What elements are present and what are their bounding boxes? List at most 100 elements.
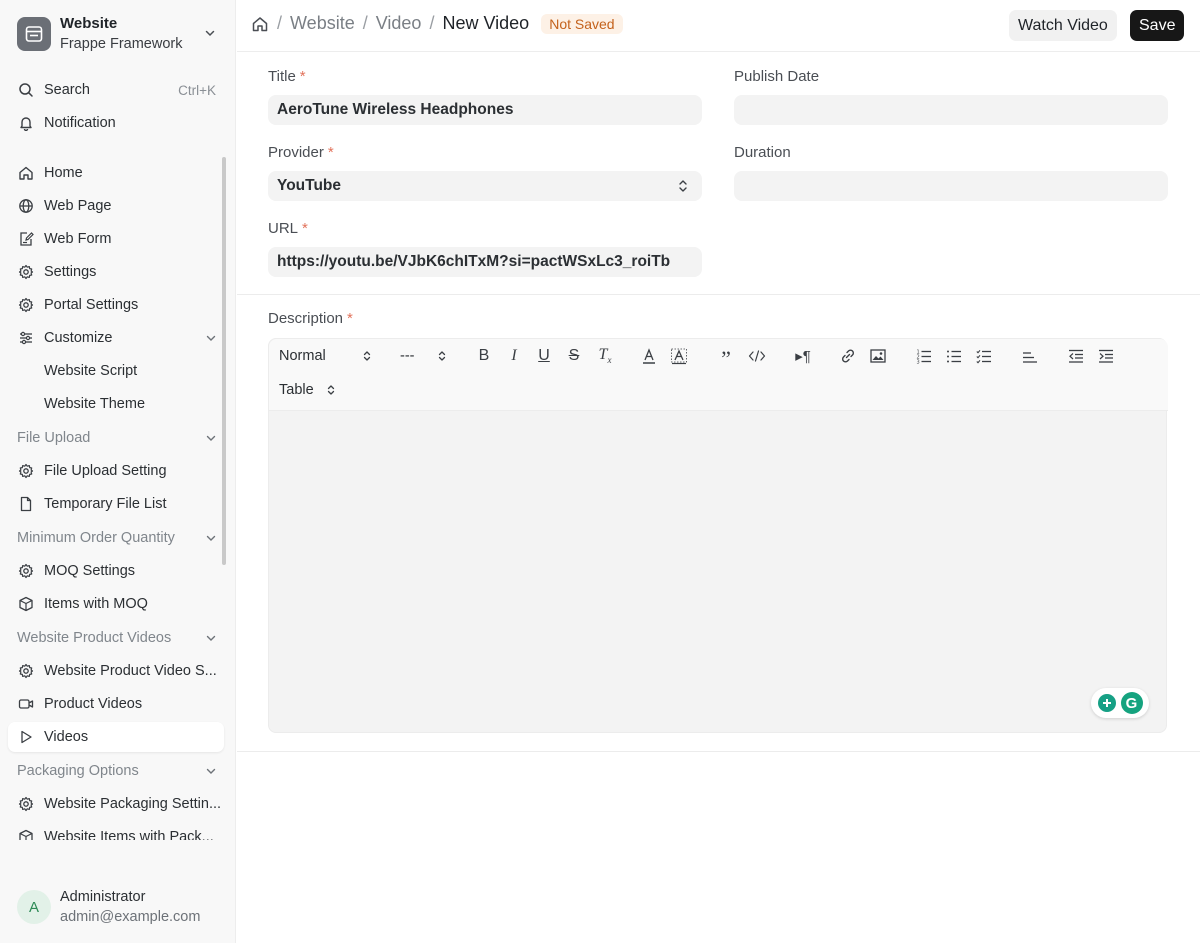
select-arrows-icon	[678, 179, 688, 193]
form-edit-icon	[17, 230, 35, 248]
align-left-icon[interactable]	[1020, 346, 1040, 366]
watch-video-button[interactable]: Watch Video	[1009, 10, 1117, 41]
description-label-text: Description	[268, 310, 344, 327]
sidebar-item-home[interactable]: Home	[8, 158, 224, 188]
home-icon[interactable]	[251, 15, 269, 33]
sidebar-group-minimum-order-quantity[interactable]: Minimum Order Quantity	[8, 523, 224, 553]
sidebar-item-videos[interactable]: Videos	[8, 722, 224, 752]
bold-icon[interactable]: B	[474, 346, 494, 366]
sidebar-group-website-product-videos[interactable]: Website Product Videos	[8, 623, 224, 653]
bullet-list-icon[interactable]	[944, 346, 964, 366]
publish-date-label: Publish Date	[734, 68, 820, 85]
url-label-text: URL	[268, 220, 299, 237]
code-icon[interactable]	[746, 346, 768, 366]
notification-label: Notification	[44, 115, 116, 131]
sidebar-item-moq-settings[interactable]: MOQ Settings	[8, 556, 224, 586]
description-label: Description *	[268, 310, 353, 327]
sidebar-item-portal-settings[interactable]: Portal Settings	[8, 290, 224, 320]
app-name: Website	[60, 15, 118, 32]
sidebar-group-label: Minimum Order Quantity	[17, 530, 175, 546]
checklist-icon[interactable]	[974, 346, 994, 366]
chevron-down-icon	[205, 765, 217, 777]
chevron-down-icon	[205, 632, 217, 644]
notification-button[interactable]: Notification	[8, 108, 224, 138]
sidebar-item-customize[interactable]: Customize	[8, 323, 224, 353]
app-switcher[interactable]: Website Frappe Framework	[8, 10, 228, 58]
sidebar-item-temporary-file-list[interactable]: Temporary File List	[8, 489, 224, 519]
outdent-icon[interactable]	[1066, 346, 1086, 366]
link-icon[interactable]	[838, 346, 858, 366]
sidebar-item-web-page[interactable]: Web Page	[8, 191, 224, 221]
sidebar-group-label: Website Product Videos	[17, 630, 172, 646]
website-app-icon	[17, 17, 51, 51]
play-icon	[17, 728, 35, 746]
sidebar-item-settings[interactable]: Settings	[8, 257, 224, 287]
sidebar-item-items-with-moq[interactable]: Items with MOQ	[8, 589, 224, 619]
chevron-down-icon	[205, 432, 217, 444]
underline-icon[interactable]: U	[534, 346, 554, 366]
save-button[interactable]: Save	[1130, 10, 1185, 41]
sidebar-item-website-items-with-packaging[interactable]: Website Items with Pack...	[8, 822, 224, 840]
publish-date-field[interactable]	[734, 95, 1168, 125]
breadcrumb: / Website / Video / New Video Not Saved	[251, 13, 623, 34]
url-field[interactable]: https://youtu.be/VJbK6chITxM?si=pactWSxL…	[268, 247, 702, 277]
duration-field[interactable]	[734, 171, 1168, 201]
breadcrumb-video[interactable]: Video	[376, 13, 422, 34]
sidebar-item-label: Product Videos	[44, 696, 143, 712]
blockquote-icon[interactable]: ”	[715, 346, 737, 370]
gear-icon	[17, 296, 35, 314]
ordered-list-icon[interactable]: 123	[914, 346, 934, 366]
grammarly-widget[interactable]: G	[1091, 688, 1149, 718]
table-select[interactable]: Table	[279, 380, 335, 400]
sidebar-item-label: Portal Settings	[44, 297, 139, 313]
file-icon	[17, 495, 35, 513]
sidebar-item-website-script[interactable]: Website Script	[8, 356, 224, 386]
provider-select[interactable]: YouTube	[268, 171, 702, 201]
box-icon	[17, 828, 35, 840]
sidebar-item-file-upload-setting[interactable]: File Upload Setting	[8, 456, 224, 486]
clear-format-icon[interactable]: Tx	[594, 346, 616, 366]
sidebar-group-packaging-options[interactable]: Packaging Options	[8, 756, 224, 786]
highlight-color-icon[interactable]	[669, 346, 689, 366]
sidebar-item-label: Website Product Video S...	[44, 663, 217, 679]
description-editor[interactable]: Normal --- B I U S Tx ” ▸¶ 123 Table G	[268, 338, 1168, 733]
section-divider	[237, 294, 1200, 295]
grammarly-suggestion-icon[interactable]	[1097, 694, 1116, 712]
sliders-icon	[17, 329, 35, 347]
chevron-down-icon[interactable]	[205, 332, 217, 344]
search-label: Search	[44, 82, 90, 98]
sidebar-item-label: Home	[44, 165, 83, 181]
provider-label-text: Provider	[268, 144, 324, 161]
sidebar-item-website-product-video-settings[interactable]: Website Product Video S...	[8, 656, 224, 686]
sidebar-item-website-packaging-settings[interactable]: Website Packaging Settin...	[8, 789, 224, 819]
sidebar-item-label: Settings	[44, 264, 97, 280]
sidebar-item-website-theme[interactable]: Website Theme	[8, 389, 224, 419]
strikethrough-icon[interactable]: S	[564, 346, 584, 366]
sidebar-scrollbar[interactable]	[222, 157, 226, 565]
italic-icon[interactable]: I	[504, 346, 524, 366]
search-button[interactable]: Search Ctrl+K	[8, 75, 224, 105]
grammarly-logo-icon[interactable]: G	[1120, 692, 1143, 714]
sidebar-item-label: Customize	[44, 330, 113, 346]
size-select[interactable]: ---	[400, 346, 446, 366]
sidebar-group-label: Packaging Options	[17, 763, 139, 779]
heading-select[interactable]: Normal	[279, 346, 371, 366]
title-field[interactable]: AeroTune Wireless Headphones	[268, 95, 702, 125]
select-arrows-icon	[327, 385, 335, 395]
page-title: New Video	[442, 13, 530, 33]
indent-icon[interactable]	[1096, 346, 1116, 366]
svg-text:3: 3	[917, 360, 920, 365]
user-menu[interactable]: A Administrator admin@example.com	[8, 884, 228, 930]
image-icon[interactable]	[868, 346, 888, 366]
sidebar-item-web-form[interactable]: Web Form	[8, 224, 224, 254]
breadcrumb-website[interactable]: Website	[290, 13, 355, 34]
text-color-icon[interactable]	[639, 346, 659, 366]
search-shortcut: Ctrl+K	[178, 82, 216, 98]
search-icon	[17, 81, 35, 99]
title-label: Title *	[268, 68, 306, 85]
sidebar-item-product-videos[interactable]: Product Videos	[8, 689, 224, 719]
home-icon	[17, 164, 35, 182]
paragraph-direction-icon[interactable]: ▸¶	[792, 346, 814, 366]
sidebar-group-file-upload[interactable]: File Upload	[8, 423, 224, 453]
required-indicator: *	[327, 144, 334, 161]
